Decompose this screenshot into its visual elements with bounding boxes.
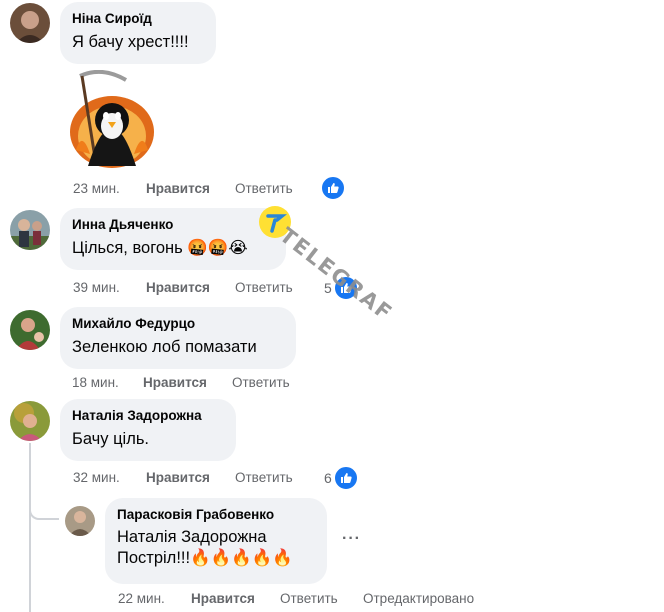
comment-actions: 39 мин. Нравится Ответить (73, 280, 313, 296)
comment-bubble: Инна Дьяченко Цільcя, вогонь 🤬🤬😭 (60, 208, 286, 270)
comment-bubble: Ніна Сироїд Я бачу хрест!!!! (60, 2, 216, 64)
reply-text: Постріл!!!🔥🔥🔥🔥🔥 (117, 549, 293, 567)
comment-time[interactable]: 39 мин. (73, 280, 120, 296)
like-link[interactable]: Нравится (143, 375, 207, 391)
like-link[interactable]: Нравится (146, 181, 210, 197)
reaction-count[interactable]: 6 (324, 470, 332, 486)
reply-link[interactable]: Ответить (280, 591, 338, 607)
comment-time[interactable]: 32 мин. (73, 470, 120, 486)
comment-bubble: Наталія Задорожна Бачу ціль. (60, 399, 236, 461)
reply-actions: 22 мин. Нравится Ответить Отредактирован… (118, 591, 518, 607)
avatar[interactable] (10, 210, 50, 250)
more-options-icon[interactable]: ··· (342, 530, 361, 548)
comment-author[interactable]: Ніна Сироїд (72, 10, 204, 28)
comment-actions: 18 мин. Нравится Ответить (72, 375, 312, 391)
like-reaction-icon[interactable] (320, 175, 346, 201)
reply-link[interactable]: Ответить (235, 280, 293, 296)
comment-text: Цільcя, вогонь 🤬🤬😭 (72, 239, 248, 257)
avatar[interactable] (10, 3, 50, 43)
comment-text: Я бачу хрест!!!! (72, 33, 189, 51)
comment-bubble: Михайло Федурцо Зеленкою лоб помазати (60, 307, 296, 369)
reply-connector (29, 500, 59, 520)
avatar[interactable] (65, 506, 95, 536)
comment-time[interactable]: 23 мин. (73, 181, 120, 197)
comment-actions: 23 мин. Нравится Ответить (73, 181, 313, 197)
reply-link[interactable]: Ответить (235, 470, 293, 486)
comment-author[interactable]: Михайло Федурцо (72, 315, 284, 333)
reply-link[interactable]: Ответить (235, 181, 293, 197)
comment-text: Бачу ціль. (72, 430, 149, 448)
reply-bubble: Парасковія Грабовенко Наталія Задорожна … (105, 498, 327, 584)
comment-text: Зеленкою лоб помазати (72, 338, 257, 356)
like-reaction-icon[interactable] (333, 465, 359, 491)
edited-label[interactable]: Отредактировано (363, 591, 474, 607)
watermark-text: TELEGRAF (275, 223, 398, 326)
comment-time[interactable]: 22 мин. (118, 591, 165, 607)
comment-author[interactable]: Инна Дьяченко (72, 216, 274, 234)
like-link[interactable]: Нравится (191, 591, 255, 607)
reply-mention[interactable]: Наталія Задорожна (117, 527, 315, 548)
avatar[interactable] (10, 401, 50, 441)
thread-line (29, 443, 31, 612)
like-link[interactable]: Нравится (146, 470, 210, 486)
reply-author[interactable]: Парасковія Грабовенко (117, 506, 315, 524)
avatar[interactable] (10, 310, 50, 350)
like-link[interactable]: Нравится (146, 280, 210, 296)
comment-actions: 32 мин. Нравится Ответить (73, 470, 313, 486)
reply-link[interactable]: Ответить (232, 375, 290, 391)
comment-time[interactable]: 18 мин. (72, 375, 119, 391)
comment-author[interactable]: Наталія Задорожна (72, 407, 224, 425)
sticker-grim-reaper (66, 69, 158, 170)
